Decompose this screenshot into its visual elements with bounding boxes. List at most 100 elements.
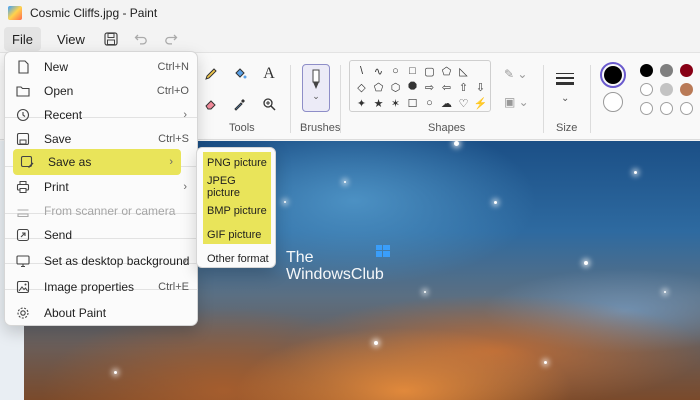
file-menu-item-open[interactable]: Open Ctrl+O: [9, 79, 195, 103]
save-as-submenu: PNG picture JPEG picture BMP picture GIF pi…: [196, 147, 276, 268]
view-menu-tab[interactable]: View: [49, 27, 93, 51]
shape-option[interactable]: □: [404, 63, 421, 79]
watermark-line1: The: [286, 249, 314, 266]
shapes-gallery: \ ∿ ○ □ ▢ ⬠ ◺ ◇ ⬠ ⬡ ⯃ ⇨ ⇦ ⇧ ⇩ ✦ ★ ✶ ☐ ○ ☁ ♡ ⚡: [349, 60, 491, 112]
shape-option[interactable]: ○: [387, 63, 404, 79]
print-icon: [15, 179, 31, 195]
redo-icon[interactable]: [161, 29, 181, 49]
shape-option[interactable]: ⬠: [370, 79, 387, 95]
fill-bucket-icon[interactable]: [229, 63, 251, 85]
magnifier-icon[interactable]: [258, 93, 280, 115]
send-icon: [15, 227, 31, 243]
menu-item-label: Recent: [44, 108, 83, 122]
save-icon[interactable]: [101, 29, 121, 49]
menu-bar: File View: [0, 26, 700, 52]
shape-option[interactable]: ★: [370, 95, 387, 111]
size-group-label: Size: [556, 122, 578, 134]
palette-swatch[interactable]: [660, 102, 673, 115]
palette-swatch[interactable]: [660, 83, 673, 96]
shape-option[interactable]: ✶: [387, 95, 404, 111]
palette-swatch[interactable]: [660, 64, 673, 77]
size-icon[interactable]: [556, 73, 574, 85]
file-menu-item-print[interactable]: Print ›: [9, 175, 195, 199]
file-menu-item-about-paint[interactable]: About Paint: [9, 301, 195, 325]
shape-option[interactable]: ⇧: [455, 79, 472, 95]
file-menu-item-send[interactable]: Send: [9, 223, 195, 247]
save-as-option-png-picture[interactable]: PNG picture: [203, 152, 271, 174]
color-picker-icon[interactable]: [229, 93, 251, 115]
shape-option[interactable]: ▢: [421, 63, 438, 79]
shape-option[interactable]: ⇩: [472, 79, 489, 95]
save-as-icon: [19, 154, 35, 170]
menu-item-label: Image properties: [44, 280, 135, 294]
save-as-option-gif-picture[interactable]: GIF picture: [203, 224, 271, 246]
shape-option[interactable]: ⯃: [404, 79, 421, 95]
file-menu-item-save[interactable]: Save Ctrl+S: [9, 127, 195, 151]
file-menu-item-image-properties[interactable]: Image properties Ctrl+E: [9, 275, 195, 299]
chevron-down-icon[interactable]: ⌄: [561, 93, 569, 104]
save-as-option-jpeg-picture[interactable]: JPEG picture: [203, 175, 271, 199]
chevron-right-icon: ›: [183, 181, 187, 193]
gear-icon: [15, 305, 31, 321]
windows-logo-icon: [376, 245, 390, 257]
shape-option[interactable]: ⬠: [438, 63, 455, 79]
shape-option[interactable]: ⬡: [387, 79, 404, 95]
shape-option[interactable]: ☐: [404, 95, 421, 111]
chevron-right-icon: ›: [183, 255, 187, 267]
menu-item-shortcut: Ctrl+N: [157, 61, 189, 73]
clock-icon: [15, 107, 31, 123]
menu-item-shortcut: Ctrl+O: [156, 85, 189, 97]
ribbon-separator: [590, 65, 591, 133]
palette-swatch[interactable]: [640, 83, 653, 96]
file-menu-item-new[interactable]: New Ctrl+N: [9, 55, 195, 79]
file-menu-item-set-as-desktop-background[interactable]: Set as desktop background ›: [9, 249, 195, 273]
palette-swatch[interactable]: [680, 83, 693, 96]
undo-icon[interactable]: [131, 29, 151, 49]
menu-item-label: Save: [44, 132, 72, 146]
palette-swatch[interactable]: [680, 102, 693, 115]
palette-swatch[interactable]: [640, 64, 653, 77]
shape-option[interactable]: ⇨: [421, 79, 438, 95]
shape-option[interactable]: ◇: [353, 79, 370, 95]
save-icon: [15, 131, 31, 147]
file-menu-item-save-as[interactable]: Save as ›: [13, 149, 181, 175]
shape-option[interactable]: ⇦: [438, 79, 455, 95]
new-file-icon: [15, 59, 31, 75]
shape-option[interactable]: ♡: [455, 95, 472, 111]
text-tool-icon[interactable]: A: [258, 63, 280, 85]
primary-color-swatch[interactable]: [600, 62, 626, 88]
shapes-group-label: Shapes: [428, 122, 466, 134]
shape-option[interactable]: ○: [421, 95, 438, 111]
shape-option[interactable]: ☁: [438, 95, 455, 111]
shape-option[interactable]: \: [353, 63, 370, 79]
pencil-icon[interactable]: [200, 63, 222, 85]
ribbon-separator: [340, 65, 341, 133]
shape-option[interactable]: [472, 63, 489, 79]
palette-swatch[interactable]: [640, 102, 653, 115]
shape-option[interactable]: ◺: [455, 63, 472, 79]
file-menu-item-recent[interactable]: Recent ›: [9, 103, 195, 127]
shape-option[interactable]: ✦: [353, 95, 370, 111]
palette-swatch[interactable]: [680, 64, 693, 77]
shape-option[interactable]: ⚡: [472, 95, 489, 111]
window-title: Cosmic Cliffs.jpg - Paint: [30, 6, 158, 20]
menu-item-label: Print: [44, 180, 69, 194]
menu-item-shortcut: Ctrl+E: [158, 281, 189, 293]
watermark-line2: WindowsClub: [286, 266, 384, 283]
menu-item-label: About Paint: [44, 306, 107, 320]
eraser-icon[interactable]: [200, 93, 222, 115]
brushes-button[interactable]: ⌄: [302, 64, 330, 112]
save-as-option-bmp-picture[interactable]: BMP picture: [203, 200, 271, 222]
title-bar: Cosmic Cliffs.jpg - Paint: [0, 0, 700, 26]
outline-icon[interactable]: ✎ ⌄: [504, 67, 527, 81]
chevron-right-icon: ›: [183, 109, 187, 121]
brushes-group-label: Brushes: [300, 122, 341, 134]
paint-app-icon: [8, 6, 22, 20]
fill-icon[interactable]: ▣ ⌄: [504, 95, 529, 109]
save-as-option-other-format[interactable]: Other format: [203, 248, 271, 270]
file-menu-tab[interactable]: File: [4, 27, 41, 51]
scanner-icon: [15, 203, 31, 219]
secondary-color-swatch[interactable]: [603, 92, 623, 112]
image-icon: [15, 279, 31, 295]
shape-option[interactable]: ∿: [370, 63, 387, 79]
